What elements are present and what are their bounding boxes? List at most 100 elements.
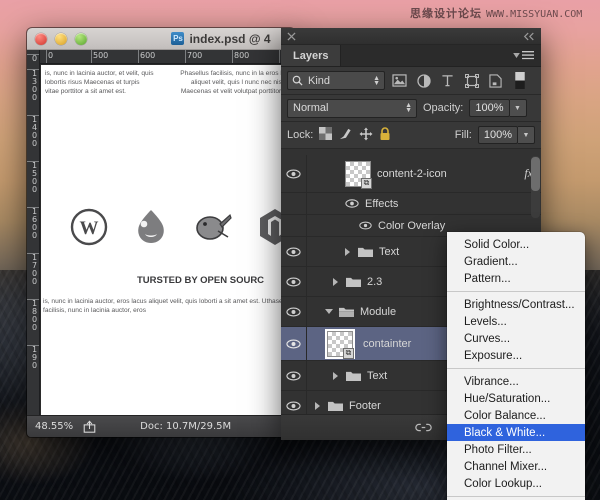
h-ruler-mark: 0 [46, 50, 54, 63]
menu-item-levels[interactable]: Levels... [447, 313, 585, 330]
document-status-bar[interactable]: 48.55% Doc: 10.7M/29.5M [27, 415, 295, 437]
layer-visibility-toggle[interactable] [281, 297, 307, 326]
layer-thumbnail-wrap[interactable]: ⧉ [345, 160, 372, 189]
panel-menu-icon[interactable] [513, 45, 541, 66]
blend-mode-value: Normal [293, 102, 329, 114]
menu-item-color-balance[interactable]: Color Balance... [447, 407, 585, 424]
group-disclosure-icon[interactable] [325, 309, 333, 314]
layer-row-content-2-icon[interactable]: ⧉ content-2-icon fx [281, 155, 541, 193]
opacity-value[interactable]: 100% [469, 99, 510, 117]
fill-value[interactable]: 100% [477, 126, 518, 144]
menu-item-color-lookup[interactable]: Color Lookup... [447, 475, 585, 492]
fill-dropdown-icon[interactable]: ▼ [518, 126, 535, 144]
layer-visibility-toggle[interactable] [281, 155, 307, 192]
page-title: index.psd @ 4 [189, 31, 271, 46]
link-layers-icon[interactable] [414, 419, 432, 437]
filter-toggle-icon[interactable] [510, 71, 529, 90]
menu-separator [447, 291, 585, 292]
opacity-field-group[interactable]: 100% ▼ [469, 99, 527, 117]
v-ruler-mark: 1700 [27, 253, 39, 285]
type-filter-icon[interactable] [438, 71, 457, 90]
folder-icon [346, 277, 361, 287]
lock-position-icon[interactable] [359, 127, 373, 144]
shape-filter-icon[interactable] [462, 71, 481, 90]
menu-item-brightness-contrast[interactable]: Brightness/Contrast... [447, 296, 585, 313]
doc-size-label: Doc: 10.7M/29.5M [140, 421, 232, 432]
menu-item-gradient[interactable]: Gradient... [447, 253, 585, 270]
stepper-arrows-icon[interactable]: ▲ ▼ [405, 102, 412, 114]
group-disclosure-icon[interactable] [315, 401, 322, 410]
group-disclosure-icon[interactable] [333, 277, 340, 286]
panel-top-bar[interactable] [281, 28, 541, 45]
opacity-dropdown-icon[interactable]: ▼ [509, 99, 527, 117]
smartobject-filter-icon[interactable] [486, 71, 505, 90]
group-disclosure-icon[interactable] [333, 371, 340, 380]
cms-logo-row: W [69, 207, 295, 247]
layer-row-effects[interactable]: Effects [281, 193, 541, 215]
zoom-level[interactable]: 48.55% [35, 421, 73, 432]
svg-text:W: W [80, 218, 99, 239]
layer-name: content-2-icon [377, 167, 447, 180]
canvas-paragraph-bottom: is, nunc in lacinia auctor, eros lacus a… [43, 298, 293, 314]
document-canvas[interactable]: is, nunc in lacinia auctor, et velit, qu… [41, 65, 295, 415]
document-titlebar[interactable]: Ps index.psd @ 4 [27, 28, 295, 50]
vertical-ruler[interactable]: 0 1300 1400 1500 1600 1700 1800 190 [27, 50, 40, 415]
stepper-arrows-icon[interactable]: ▲ ▼ [373, 75, 380, 87]
menu-item-curves[interactable]: Curves... [447, 330, 585, 347]
eye-icon [286, 307, 301, 316]
h-ruler-mark: 800 [232, 50, 250, 63]
layer-name: Text [367, 369, 388, 382]
layer-name: 2.3 [367, 275, 383, 288]
photoshop-document-window[interactable]: Ps index.psd @ 4 0 500 600 700 800 9 0 1… [27, 28, 295, 437]
horizontal-ruler[interactable]: 0 500 600 700 800 9 [40, 50, 295, 64]
menu-item-solid-color[interactable]: Solid Color... [447, 236, 585, 253]
group-disclosure-icon[interactable] [345, 247, 352, 256]
lock-all-icon[interactable] [379, 126, 391, 144]
close-icon[interactable] [287, 31, 296, 41]
lock-image-icon[interactable] [338, 127, 353, 144]
menu-item-black-and-white[interactable]: Black & White... [447, 424, 585, 441]
layer-visibility-toggle[interactable] [281, 267, 307, 296]
menu-item-exposure[interactable]: Exposure... [447, 347, 585, 364]
color-overlay-visibility-toggle[interactable] [281, 215, 307, 236]
menu-item-pattern[interactable]: Pattern... [447, 270, 585, 287]
layer-list-scrollbar-thumb[interactable] [531, 157, 540, 191]
layer-thumbnail[interactable]: ⧉ [325, 328, 355, 359]
lock-row[interactable]: Lock: Fill: 100% ▼ [281, 122, 541, 149]
tab-layers[interactable]: Layers [281, 45, 342, 66]
adjustment-filter-icon[interactable] [414, 71, 433, 90]
tab-layers-label: Layers [293, 49, 329, 62]
menu-item-photo-filter[interactable]: Photo Filter... [447, 441, 585, 458]
color-overlay-label: Color Overlay [378, 219, 446, 232]
collapse-icon[interactable] [523, 32, 535, 41]
layer-name: Module [360, 305, 397, 318]
watermark-url: WWW.MISSYUAN.COM [486, 9, 583, 20]
fill-field-group[interactable]: 100% ▼ [477, 126, 535, 144]
eye-icon [286, 371, 301, 380]
h-ruler-mark: 500 [91, 50, 109, 63]
layer-visibility-toggle[interactable] [281, 391, 307, 414]
layer-filter-row[interactable]: Kind ▲ ▼ [281, 67, 541, 95]
eye-icon[interactable] [359, 221, 372, 230]
eye-icon[interactable] [345, 199, 359, 208]
layer-visibility-toggle[interactable] [281, 361, 307, 390]
filter-kind-select[interactable]: Kind ▲ ▼ [287, 71, 385, 90]
blend-mode-row[interactable]: Normal ▲ ▼ Opacity: 100% ▼ [281, 95, 541, 122]
adjustment-layer-context-menu[interactable]: Solid Color... Gradient... Pattern... Br… [447, 232, 585, 500]
menu-item-vibrance[interactable]: Vibrance... [447, 373, 585, 390]
share-icon[interactable] [83, 420, 96, 433]
lock-transparent-icon[interactable] [319, 127, 333, 143]
v-ruler-mark: 190 [27, 345, 39, 369]
menu-item-channel-mixer[interactable]: Channel Mixer... [447, 458, 585, 475]
pixel-filter-icon[interactable] [390, 71, 409, 90]
folder-icon [328, 401, 343, 411]
layer-visibility-toggle[interactable] [281, 237, 307, 266]
blend-mode-select[interactable]: Normal ▲ ▼ [287, 98, 417, 118]
effects-label: Effects [365, 197, 399, 210]
layer-visibility-toggle[interactable] [281, 327, 307, 360]
effects-visibility-toggle[interactable] [281, 193, 307, 214]
panel-tab-bar[interactable]: Layers [281, 45, 541, 67]
menu-item-hue-saturation[interactable]: Hue/Saturation... [447, 390, 585, 407]
watermark-cn: 思缘设计论坛 [410, 7, 482, 20]
layer-thumbnail[interactable]: ⧉ [345, 160, 372, 189]
